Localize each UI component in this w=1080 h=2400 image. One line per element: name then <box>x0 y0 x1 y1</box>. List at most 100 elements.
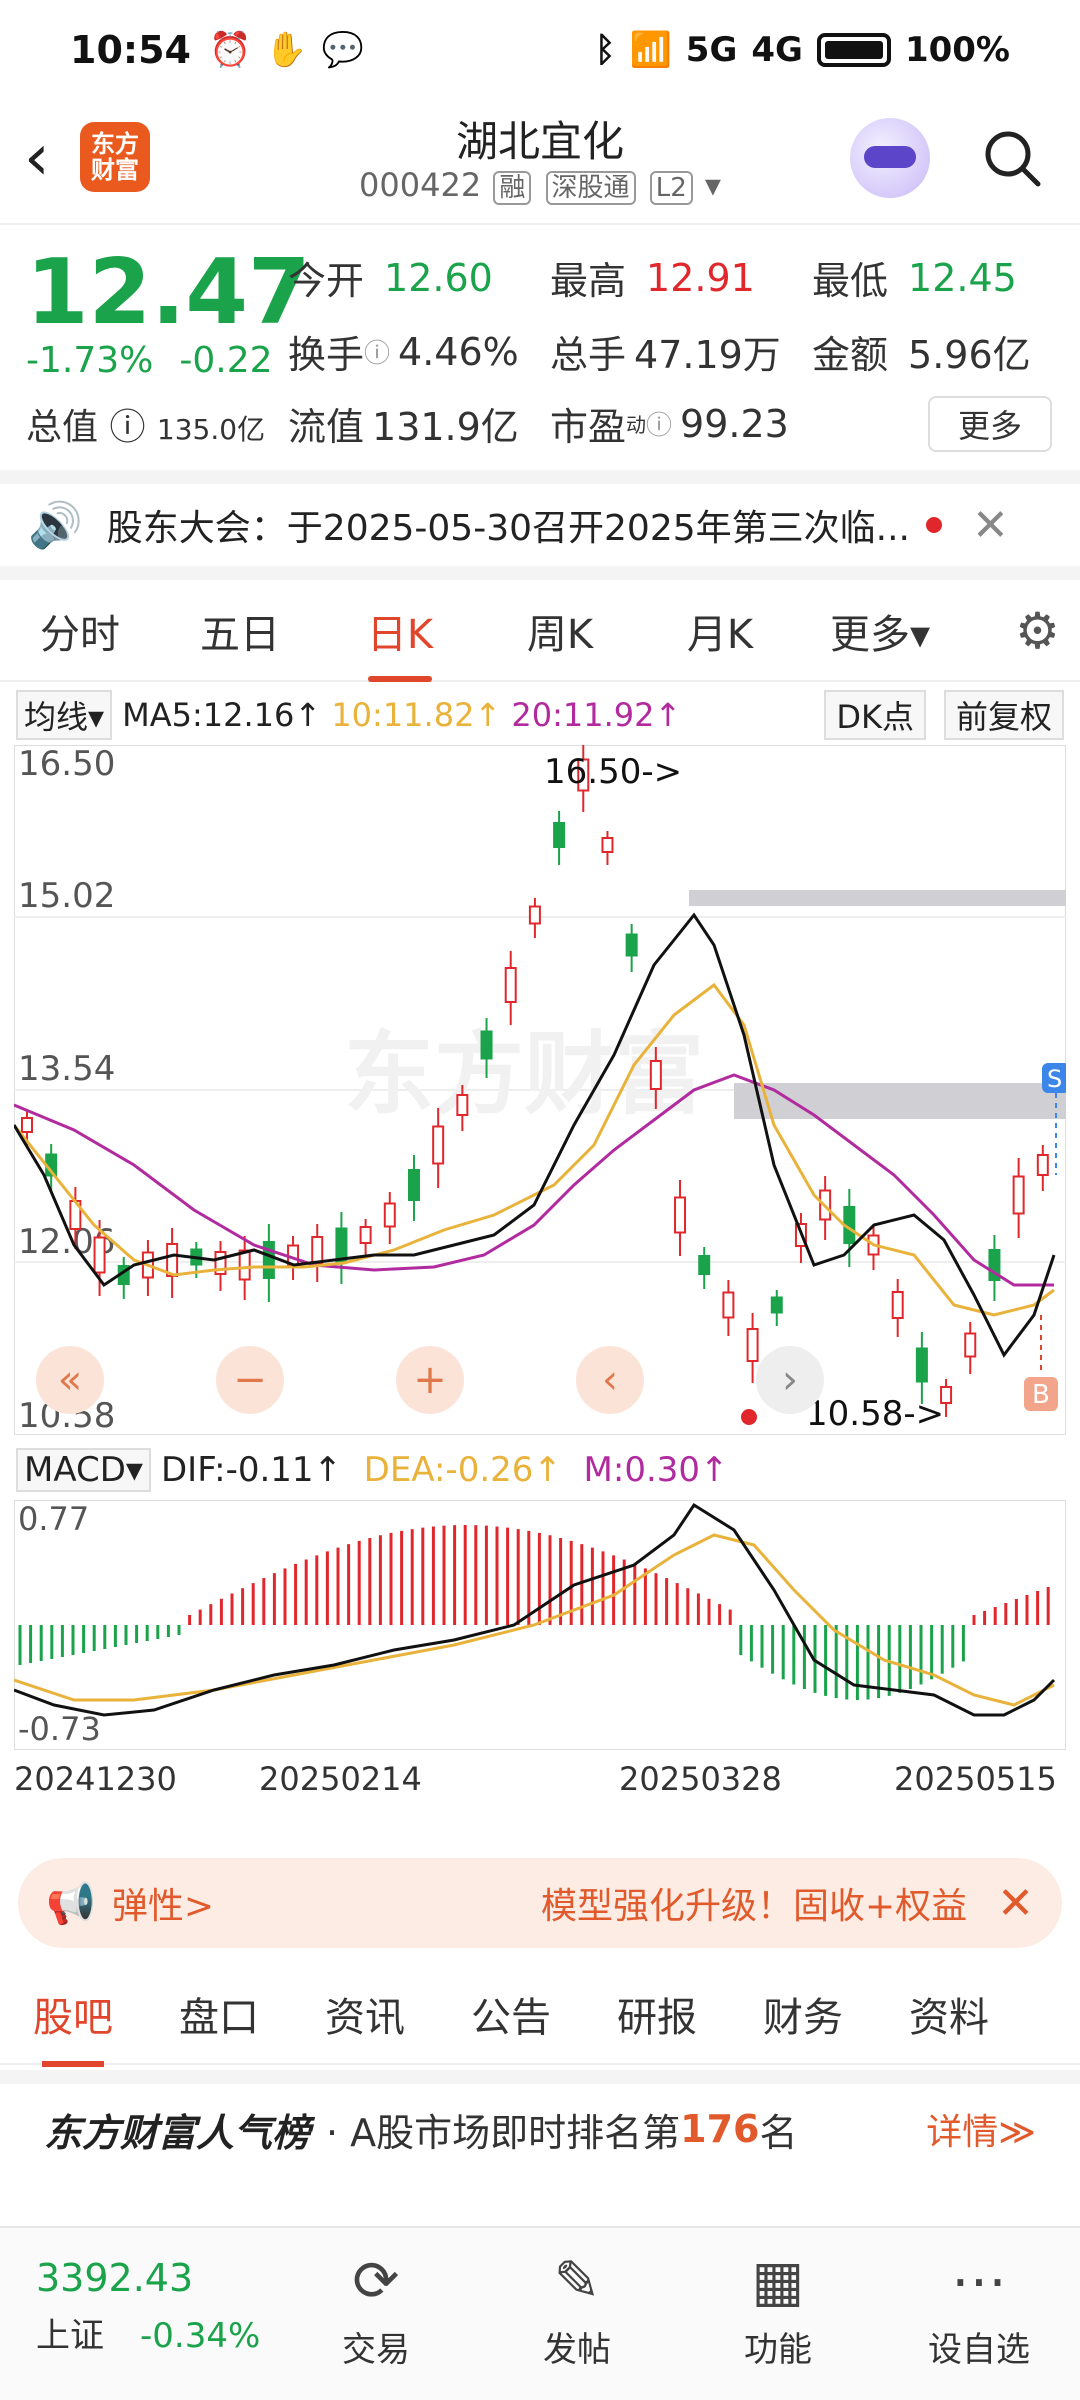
open-price: 12.60 <box>384 255 493 300</box>
dif-value: DIF:-0.11↑ <box>160 1450 343 1490</box>
promo-text: 模型强化升级！固收+权益 <box>540 1886 968 1927</box>
chart-period-tabs: 分时 五日 日K 周K 月K 更多▾ ⚙ <box>0 582 1080 682</box>
svg-text:B: B <box>1032 1380 1050 1410</box>
dea-value: DEA:-0.26↑ <box>363 1450 562 1490</box>
tab-five-day[interactable]: 五日 <box>160 602 320 660</box>
candlestick-chart[interactable]: 东方财富 16.50 15.02 13.54 12.06 10.58 16.50… <box>14 745 1066 1435</box>
announcement-text: 股东大会：于2025-05-30召开2025年第三次临... <box>106 508 910 549</box>
promo-banner[interactable]: 📢 弹性> 模型强化升级！固收+权益 ✕ <box>18 1858 1062 1948</box>
close-icon[interactable]: ✕ <box>997 1878 1034 1929</box>
y-label: 15.02 <box>18 876 115 916</box>
wechat-icon: 💬 <box>321 30 364 70</box>
candle-body <box>21 1117 33 1133</box>
tab-guba[interactable]: 股吧 <box>0 1985 146 2067</box>
yuan-icon: ⟳ <box>352 2249 400 2314</box>
macd-top-label: 0.77 <box>18 1500 89 1538</box>
add-watchlist-button[interactable]: ⋯ 设自选 <box>899 2242 1059 2371</box>
y-label: 13.54 <box>18 1049 115 1089</box>
popularity-rank[interactable]: 东方财富人气榜 · A股市场即时排名第 176 名 详情≫ <box>0 2070 1080 2174</box>
ma-indicator-row: 均线▾ MA5:12.16↑ 10:11.82↑ 20:11.92↑ DK点 前… <box>0 690 1080 740</box>
post-button[interactable]: ✎ 发帖 <box>497 2242 657 2371</box>
minus-icon: − <box>233 1357 267 1403</box>
candle-body <box>480 1030 493 1060</box>
index-quote[interactable]: 3392.43 上证 -0.34% <box>36 2256 260 2357</box>
candle-body <box>1036 1154 1049 1176</box>
candle-body <box>746 1328 759 1362</box>
macd-selector[interactable]: MACD▾ <box>16 1448 151 1492</box>
tab-more[interactable]: 更多▾ <box>800 602 960 660</box>
tab-news[interactable]: 资讯 <box>292 1985 438 2043</box>
candle-body <box>722 1291 735 1319</box>
candle-body <box>335 1227 348 1263</box>
assistant-robot-icon[interactable] <box>850 118 930 198</box>
dropdown-icon[interactable]: ▾ <box>705 166 721 204</box>
promo-left-link[interactable]: 弹性> <box>112 1877 214 1929</box>
search-icon[interactable] <box>980 126 1044 190</box>
volume: 47.19万 <box>634 333 781 377</box>
signal-5g: 5G <box>685 30 738 70</box>
tab-pankou[interactable]: 盘口 <box>146 1985 292 2043</box>
y-label: 16.50 <box>18 745 115 784</box>
macd-chart[interactable]: 0.77 -0.73 <box>14 1500 1066 1750</box>
adjust-button[interactable]: 前复权 <box>943 690 1064 740</box>
hand-icon: ✋ <box>265 30 308 70</box>
quote-row-1: 今开 12.60 最高 12.91 最低 12.45 <box>288 255 1017 304</box>
grid-icon: ▦ <box>751 2249 805 2314</box>
tab-research[interactable]: 研报 <box>584 1985 730 2043</box>
rank-text: · A股市场即时排名第 <box>326 2110 681 2155</box>
candle-body <box>601 837 614 853</box>
plus-icon: + <box>413 1357 447 1403</box>
candle-body <box>383 1202 396 1228</box>
tab-weekly-k[interactable]: 周K <box>480 602 640 660</box>
tab-profile[interactable]: 资料 <box>876 1985 1022 2043</box>
detail-link[interactable]: 详情≫ <box>926 2103 1036 2155</box>
unread-dot <box>925 517 942 533</box>
tab-timeshare[interactable]: 分时 <box>0 602 160 660</box>
announcement-banner[interactable]: 🔊 股东大会：于2025-05-30召开2025年第三次临... ✕ <box>0 470 1080 580</box>
right-icon: › <box>782 1357 798 1403</box>
ma-selector[interactable]: 均线▾ <box>16 690 113 740</box>
candle-body <box>93 1236 106 1274</box>
date-label: 20250214 <box>259 1760 422 1798</box>
megaphone-icon: 📢 <box>46 1880 96 1927</box>
tab-announcement[interactable]: 公告 <box>438 1985 584 2043</box>
candle-body <box>649 1060 662 1090</box>
index-change: -0.34% <box>140 2316 261 2356</box>
resistance-band <box>689 890 1066 906</box>
gear-icon[interactable]: ⚙ <box>1015 602 1060 660</box>
function-button[interactable]: ▦ 功能 <box>698 2242 858 2371</box>
candle-body <box>674 1196 687 1234</box>
total-cap: 总值 ⓘ 135.0亿 <box>26 407 266 448</box>
date-axis: 20241230 20250214 20250328 20250515 <box>14 1760 1066 1810</box>
candle-body <box>964 1332 977 1358</box>
float-cap: 131.9亿 <box>372 405 519 449</box>
more-button[interactable]: 更多 <box>928 396 1052 452</box>
notification-icons: ⏰ ✋ 💬 <box>209 30 364 70</box>
clock: 10:54 <box>70 28 191 72</box>
status-bar: 10:54 ⏰ ✋ 💬 ᛒ 📶 5G 4G 100% <box>0 0 1080 100</box>
dk-point-button[interactable]: DK点 <box>824 690 926 740</box>
low-price: 12.45 <box>908 255 1017 300</box>
connect-tag: 深股通 <box>545 171 636 205</box>
candle-body <box>1012 1175 1025 1215</box>
close-icon[interactable]: ✕ <box>972 500 1009 551</box>
rank-brand: 东方财富人气榜 <box>44 2110 311 2155</box>
candle-body <box>456 1094 469 1116</box>
candle-body <box>698 1255 711 1275</box>
trade-button[interactable]: ⟳ 交易 <box>296 2242 456 2371</box>
turnover: 4.46% <box>398 329 519 374</box>
tab-daily-k[interactable]: 日K <box>320 602 480 682</box>
tab-finance[interactable]: 财务 <box>730 1985 876 2043</box>
tab-monthly-k[interactable]: 月K <box>640 602 800 660</box>
pe-ratio: 99.23 <box>680 401 789 446</box>
alarm-icon: ⏰ <box>208 30 252 70</box>
high-price: 12.91 <box>646 255 755 300</box>
rank-suffix: 名 <box>759 2110 798 2155</box>
level2-tag: L2 <box>649 171 693 205</box>
max-label: 16.50-> <box>544 752 682 792</box>
change-percent: -1.73% <box>26 340 154 381</box>
candle-body <box>287 1244 300 1266</box>
more-dots-icon: ⋯ <box>951 2249 1007 2314</box>
candle-body <box>504 967 517 1003</box>
candle-body <box>432 1125 445 1165</box>
